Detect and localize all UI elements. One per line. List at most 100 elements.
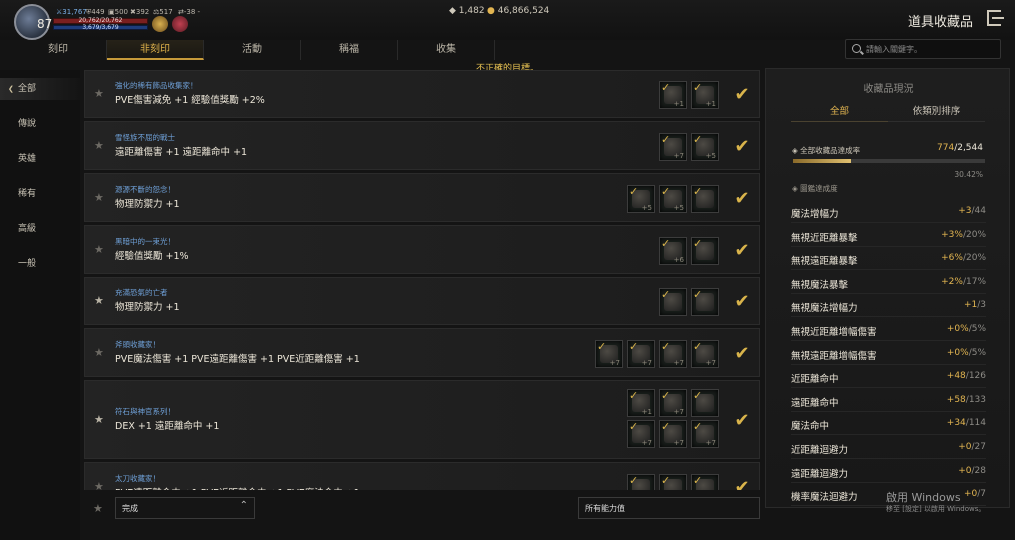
item-slot[interactable]: ✓ +7 [659, 389, 687, 417]
collection-card[interactable]: ★ 符石與神官系列！ DEX +1 遠距離命中 +1 ✓ +1 ✓ +7 ✓ ✓ +7 ✓ +7 ✓ +7… [84, 380, 760, 459]
gold-currency: ● 46,866,524 [487, 6, 550, 16]
collection-status-panel: 收藏品現況 全部 依類別排序 ◈ 全部收藏品達成率 774/2,544 30.4… [765, 68, 1010, 508]
item-slot[interactable]: ✓ +5 [627, 184, 655, 213]
cross-icon-stat: ✖392 [130, 8, 150, 16]
registered-check-icon: ✓ [629, 184, 639, 198]
registered-check-icon: ✓ [693, 389, 703, 402]
favorite-star-icon[interactable]: ★ [94, 139, 104, 152]
ability-filter-select[interactable]: 所有能力值 [578, 497, 760, 519]
sidebar-item-legend[interactable]: 傳說 [0, 113, 80, 135]
item-enhance-level: +1 [673, 100, 684, 108]
top-bar: 87 ⚔31,767 ⛨449 ▣500 ✖392 ⚖517 ⇄-38 - 20… [0, 0, 1015, 40]
favorite-star-icon[interactable]: ★ [94, 480, 104, 490]
collection-card[interactable]: ★ 強化的稀有飾品收集家！ PVE傷害減免 +1 經驗值獎勵 +2% ✓ +1 ✓ +1 ✔ [84, 70, 760, 118]
item-slot[interactable]: ✓ [691, 389, 719, 417]
complete-check-icon[interactable]: ✔ [731, 291, 753, 313]
completion-filter-select[interactable]: 完成 ⌃ [115, 497, 255, 519]
collection-card[interactable]: ★ 黑暗中的一束光！ 經驗值獎勵 +1% ✓ +6 ✓ ✔ [84, 225, 760, 274]
collection-card[interactable]: ★ 斧頭收藏家！ PVE魔法傷害 +1 PVE遠距離傷害 +1 PVE近距離傷害 +… [84, 328, 760, 377]
collection-title: 黑暗中的一束光！ [115, 236, 175, 246]
item-slot[interactable]: ✓ [659, 474, 687, 490]
tab-engraved[interactable]: 刻印 [10, 40, 107, 60]
tab-collect[interactable]: 收集 [398, 40, 495, 60]
stat-name: 遠距離命中 [791, 397, 839, 409]
clan-emblem-icon[interactable] [172, 16, 188, 32]
collection-card[interactable]: ★ 充滿恐氣的亡者 物理防禦力 +1 ✓ ✓ ✔ [84, 277, 760, 325]
item-slot[interactable]: ✓ +1 [627, 389, 655, 417]
item-slot[interactable]: ✓ +7 [659, 339, 687, 368]
stat-value: +1/3 [963, 300, 986, 311]
tab-event[interactable]: 活動 [204, 40, 301, 60]
collection-card[interactable]: ★ 雪怪族不屈的戰士 遠距離傷害 +1 遠距離命中 +1 ✓ +7 ✓ +5 ✔ [84, 121, 760, 170]
tab-title[interactable]: 稱福 [301, 40, 398, 60]
favorite-star-icon[interactable]: ★ [94, 413, 104, 426]
complete-check-icon[interactable]: ✔ [731, 477, 753, 490]
complete-check-icon[interactable]: ✔ [731, 343, 753, 365]
item-slot[interactable]: ✓ [659, 288, 687, 316]
stat-row: 無視遠距離增幅傷害 +0%/5% [791, 345, 986, 365]
character-level: 87 [37, 17, 53, 31]
item-slot[interactable]: ✓ +7 [627, 420, 655, 448]
search-icon[interactable] [852, 44, 861, 53]
favorite-star-icon[interactable]: ★ [94, 294, 104, 307]
collection-effect: 經驗值獎勵 +1% [115, 250, 189, 262]
stat-value: +58/133 [946, 394, 986, 405]
sidebar-item-advanced[interactable]: 高級 [0, 218, 80, 240]
bag-icon-stat: ▣500 [108, 8, 128, 16]
item-slot[interactable]: ✓ +1 [691, 81, 719, 109]
favorite-filter-star-icon[interactable]: ★ [93, 502, 103, 515]
registered-check-icon: ✓ [629, 420, 639, 433]
stat-value: +0/27 [958, 442, 986, 452]
registered-check-icon: ✓ [693, 81, 703, 94]
collection-title: 太刀收藏家！ [115, 474, 160, 483]
complete-check-icon[interactable]: ✔ [731, 84, 753, 106]
item-slot[interactable]: ✓ +7 [659, 132, 687, 161]
sidebar-item-normal[interactable]: 一般 [0, 253, 80, 275]
item-slot[interactable]: ✓ +7 [595, 339, 623, 368]
registered-check-icon: ✓ [693, 184, 703, 198]
item-slot[interactable]: ✓ [691, 474, 719, 490]
item-enhance-level: +7 [705, 439, 716, 447]
favorite-star-icon[interactable]: ★ [94, 87, 104, 100]
tab-sort-by-category[interactable]: 依類別排序 [888, 102, 985, 122]
favorite-star-icon[interactable]: ★ [94, 346, 104, 359]
stat-name: 無視遠距離暴擊 [791, 256, 858, 268]
item-slot[interactable]: ✓ [691, 288, 719, 316]
item-slot[interactable]: ✓ +7 [691, 420, 719, 448]
collection-list: ★ 強化的稀有飾品收集家！ PVE傷害減免 +1 經驗值獎勵 +2% ✓ +1 ✓ +1 ✔ ★… [84, 68, 760, 490]
tab-non-engraved[interactable]: 非刻印 [107, 40, 204, 60]
complete-check-icon[interactable]: ✔ [731, 410, 753, 432]
registered-check-icon: ✓ [693, 339, 703, 353]
buff-emblem-icon[interactable] [152, 16, 168, 32]
item-slot[interactable]: ✓ +5 [691, 132, 719, 161]
complete-check-icon[interactable]: ✔ [731, 136, 753, 158]
item-slot[interactable]: ✓ +7 [691, 339, 719, 368]
complete-check-icon[interactable]: ✔ [731, 188, 753, 210]
complete-check-icon[interactable]: ✔ [731, 240, 753, 262]
search-input[interactable] [866, 42, 996, 56]
item-slot[interactable]: ✓ +1 [659, 81, 687, 109]
item-slot[interactable]: ✓ +6 [659, 236, 687, 265]
weight-icon-stat: ⚖517 [153, 8, 173, 16]
stat-name: 無視魔法增幅力 [791, 303, 858, 315]
sidebar-item-rare[interactable]: 稀有 [0, 183, 80, 205]
tab-all[interactable]: 全部 [791, 102, 888, 122]
mp-bar: 3,679/3,679 [53, 24, 148, 31]
item-slot[interactable]: ✓ [691, 184, 719, 213]
item-slot[interactable]: ✓ +5 [659, 184, 687, 213]
registered-check-icon: ✓ [661, 132, 671, 146]
item-slot[interactable]: ✓ [691, 236, 719, 265]
rarity-sidebar: ❮ 全部 傳說 英雄 稀有 高級 一般 [0, 70, 80, 540]
collection-title: 源源不斷的怨念！ [115, 184, 175, 194]
exit-icon[interactable] [987, 10, 1004, 26]
item-slot[interactable]: ✓ +7 [659, 420, 687, 448]
sidebar-item-hero[interactable]: 英雄 [0, 148, 80, 170]
search-box[interactable] [845, 39, 1001, 59]
favorite-star-icon[interactable]: ★ [94, 191, 104, 204]
collection-card[interactable]: ★ 源源不斷的怨念！ 物理防禦力 +1 ✓ +5 ✓ +5 ✓ ✔ [84, 173, 760, 222]
item-slot[interactable]: ✓ [627, 474, 655, 490]
collection-card[interactable]: ★ 太刀收藏家！ PVE遠距離命中 +1 PVE近距離命中 +1 PVE魔法命中 +… [84, 462, 760, 490]
item-slot[interactable]: ✓ +7 [627, 339, 655, 368]
sidebar-item-all[interactable]: ❮ 全部 [0, 78, 80, 100]
favorite-star-icon[interactable]: ★ [94, 243, 104, 256]
